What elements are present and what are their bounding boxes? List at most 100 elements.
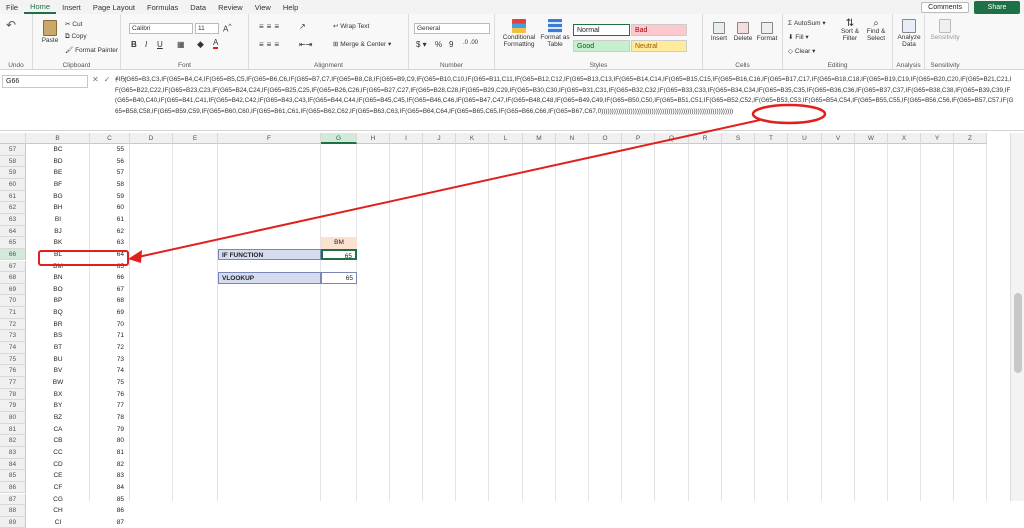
cell-c[interactable]: 85: [90, 494, 130, 506]
insert-cells-button[interactable]: Insert: [707, 22, 731, 42]
indent-icon[interactable]: ⇤⇥: [299, 40, 312, 49]
currency-icon[interactable]: $ ▾: [416, 40, 427, 49]
cell-c[interactable]: 68: [90, 295, 130, 307]
row-header[interactable]: 65: [0, 237, 26, 249]
analyze-data-button[interactable]: Analyze Data: [895, 19, 923, 48]
row-header[interactable]: 71: [0, 307, 26, 319]
clear-button[interactable]: ◇ Clear ▾: [788, 47, 815, 55]
cell-c[interactable]: 82: [90, 459, 130, 471]
cell-c[interactable]: 62: [90, 226, 130, 238]
column-header-c[interactable]: C: [90, 133, 130, 144]
cell-c[interactable]: 55: [90, 144, 130, 156]
comma-icon[interactable]: 9: [449, 40, 453, 49]
cell-c[interactable]: 84: [90, 482, 130, 494]
column-header-k[interactable]: K: [456, 133, 489, 144]
column-header-g[interactable]: G: [321, 133, 357, 144]
row-header[interactable]: 78: [0, 388, 26, 401]
row-header[interactable]: 59: [0, 167, 26, 179]
row-header[interactable]: 87: [0, 493, 26, 506]
delete-cells-button[interactable]: Delete: [731, 22, 755, 42]
style-good[interactable]: Good: [573, 40, 630, 52]
cell-c[interactable]: 75: [90, 377, 130, 389]
cell-c[interactable]: 63: [90, 237, 130, 249]
cell-c[interactable]: 58: [90, 179, 130, 191]
name-box[interactable]: G66: [2, 75, 88, 88]
cell-b[interactable]: BJ: [26, 226, 90, 238]
lookup-input-cell[interactable]: BM: [321, 237, 357, 249]
column-header-x[interactable]: X: [888, 133, 921, 144]
row-header[interactable]: 82: [0, 435, 26, 447]
if-function-result[interactable]: 65: [321, 248, 357, 261]
undo-icon[interactable]: ↶: [6, 19, 16, 31]
formula-input[interactable]: =IF(G65=B3,C3,IF(G65=B4,C4,IF(G65=B5,C5,…: [115, 75, 1015, 117]
column-header-o[interactable]: O: [589, 133, 622, 144]
decimal-icons[interactable]: .0 .00: [463, 40, 478, 46]
cell-b[interactable]: CI: [26, 517, 90, 528]
row-header[interactable]: 62: [0, 202, 26, 214]
cell-c[interactable]: 78: [90, 412, 130, 424]
comments-button[interactable]: Comments: [921, 2, 969, 13]
menu-view[interactable]: View: [249, 3, 277, 12]
cell-b[interactable]: BL: [26, 249, 90, 261]
cell-c[interactable]: 86: [90, 505, 130, 517]
cell-c[interactable]: 64: [90, 249, 130, 261]
format-cells-button[interactable]: Format: [755, 22, 779, 42]
cell-c[interactable]: 83: [90, 470, 130, 482]
column-header-r[interactable]: R: [689, 133, 722, 144]
row-header[interactable]: 75: [0, 353, 26, 366]
cell-b[interactable]: BF: [26, 179, 90, 191]
cell-c[interactable]: 71: [90, 330, 130, 342]
cell-b[interactable]: CG: [26, 494, 90, 506]
bold-icon[interactable]: B: [131, 40, 137, 49]
row-header[interactable]: 57: [0, 144, 26, 156]
column-header-f[interactable]: F: [218, 133, 321, 144]
cell-b[interactable]: BE: [26, 167, 90, 179]
row-header[interactable]: 69: [0, 283, 26, 296]
cell-c[interactable]: 69: [90, 307, 130, 319]
fill-button[interactable]: ⬇ Fill ▾: [788, 33, 809, 41]
paste-button[interactable]: Paste: [37, 20, 63, 44]
merge-center-button[interactable]: ⊞ Merge & Center ▾: [333, 40, 391, 48]
row-header[interactable]: 80: [0, 411, 26, 424]
row-header[interactable]: 74: [0, 342, 26, 354]
cell-c[interactable]: 87: [90, 517, 130, 528]
cell-b[interactable]: BV: [26, 365, 90, 377]
column-header-l[interactable]: L: [489, 133, 523, 144]
row-header[interactable]: 60: [0, 178, 26, 191]
cell-b[interactable]: BH: [26, 202, 90, 214]
number-format-select[interactable]: General: [414, 23, 490, 34]
share-button[interactable]: Share: [974, 1, 1020, 14]
row-header[interactable]: 83: [0, 446, 26, 459]
cell-c[interactable]: 59: [90, 191, 130, 203]
cell-b[interactable]: BZ: [26, 412, 90, 424]
orientation-icon[interactable]: ↗: [299, 22, 306, 31]
cell-c[interactable]: 60: [90, 202, 130, 214]
cell-b[interactable]: BS: [26, 330, 90, 342]
cell-c[interactable]: 61: [90, 214, 130, 226]
cell-c[interactable]: 67: [90, 284, 130, 296]
underline-icon[interactable]: U: [157, 40, 163, 49]
font-name-select[interactable]: Calibri: [129, 23, 193, 34]
style-normal[interactable]: Normal: [573, 24, 630, 36]
row-header[interactable]: 89: [0, 516, 26, 528]
format-painter-button[interactable]: 🖌 Format Painter: [65, 46, 118, 54]
select-all-corner[interactable]: [0, 133, 26, 144]
cell-c[interactable]: 72: [90, 342, 130, 354]
sensitivity-button[interactable]: Sensitivity: [927, 19, 963, 41]
column-header-i[interactable]: I: [390, 133, 423, 144]
menu-home[interactable]: Home: [24, 0, 57, 14]
cell-c[interactable]: 79: [90, 424, 130, 436]
vertical-scrollbar[interactable]: [1010, 133, 1024, 501]
italic-icon[interactable]: I: [145, 40, 147, 49]
menu-help[interactable]: Help: [277, 3, 304, 12]
autosum-button[interactable]: Σ AutoSum ▾: [788, 19, 826, 27]
find-select-button[interactable]: ⌕ Find & Select: [863, 19, 889, 43]
cell-b[interactable]: BG: [26, 191, 90, 203]
cell-b[interactable]: BI: [26, 214, 90, 226]
cell-c[interactable]: 70: [90, 319, 130, 331]
font-grow-icon[interactable]: A^: [223, 23, 231, 34]
cell-c[interactable]: 76: [90, 389, 130, 401]
menu-review[interactable]: Review: [212, 3, 249, 12]
column-header-n[interactable]: N: [556, 133, 589, 144]
row-header[interactable]: 73: [0, 330, 26, 343]
